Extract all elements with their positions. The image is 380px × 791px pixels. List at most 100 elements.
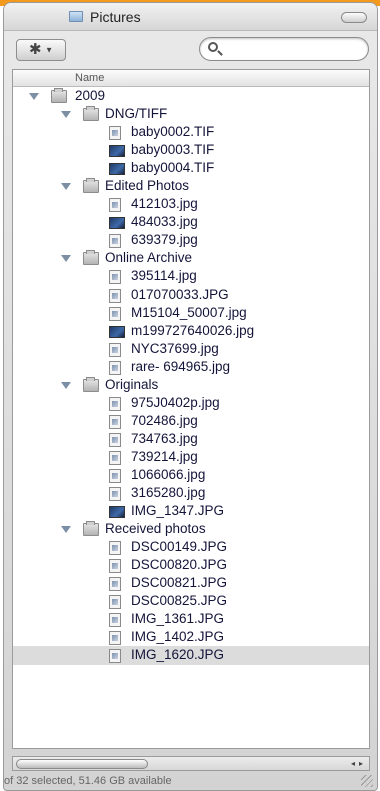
image-file-icon [109,450,121,465]
image-file-icon [109,342,121,357]
row-label: IMG_1620.JPG [131,647,225,663]
horizontal-scrollbar[interactable]: ◂▸ [12,756,370,771]
folder-row[interactable]: Received photos [13,520,369,538]
image-thumbnail-icon [109,325,125,338]
image-file-icon [109,306,121,321]
row-label: Edited Photos [105,178,190,194]
status-bar: ◂▸ of 32 selected, 51.46 GB available [4,756,377,790]
file-row[interactable]: baby0004.TIF [13,159,369,177]
row-label: M15104_50007.jpg [131,304,247,320]
row-label: IMG_1347.JPG [131,503,225,519]
folder-icon [83,376,99,392]
folder-row[interactable]: DNG/TIFF [13,105,369,123]
file-row[interactable]: baby0002.TIF [13,123,369,141]
file-row[interactable]: IMG_1402.JPG [13,628,369,646]
file-row[interactable]: DSC00825.JPG [13,592,369,610]
disclosure-triangle-icon[interactable] [61,183,71,191]
row-label: 2009 [75,88,106,103]
column-header-name[interactable]: Name [13,70,369,87]
image-file-icon [109,432,121,447]
window-title: Pictures [90,9,141,25]
file-row[interactable]: M15104_50007.jpg [13,304,369,322]
file-row[interactable]: IMG_1620.JPG [13,646,369,665]
image-file-icon [109,198,121,213]
image-file-icon [109,414,121,429]
image-file-icon [109,631,121,646]
file-row[interactable]: 702486.jpg [13,412,369,430]
scroll-arrows[interactable]: ◂▸ [331,758,367,769]
file-row[interactable]: 412103.jpg [13,195,369,213]
row-label: baby0002.TIF [131,124,215,140]
disclosure-triangle-icon[interactable] [61,255,71,263]
scrollbar-thumb[interactable] [16,759,148,769]
search-input[interactable] [199,37,369,61]
folder-icon [83,178,99,194]
row-label: DNG/TIFF [105,106,168,122]
disclosure-triangle-icon[interactable] [61,381,71,389]
row-label: DSC00820.JPG [131,557,228,573]
chevron-down-icon: ▼ [45,45,54,55]
resize-handle[interactable] [361,775,373,787]
file-row[interactable]: 639379.jpg [13,231,369,249]
disclosure-triangle-icon[interactable] [61,111,71,119]
file-row[interactable]: 734763.jpg [13,430,369,448]
row-label: rare- 694965.jpg [131,358,231,374]
file-row[interactable]: IMG_1347.JPG [13,502,369,520]
file-row[interactable]: NYC37699.jpg [13,340,369,358]
file-row[interactable]: IMG_1361.JPG [13,610,369,628]
image-file-icon [109,541,121,556]
file-row[interactable]: 1066066.jpg [13,466,369,484]
image-thumbnail-icon [109,163,125,176]
folder-row[interactable]: Originals [13,376,369,394]
file-row[interactable]: 395114.jpg [13,267,369,285]
row-label: DSC00821.JPG [131,575,228,591]
folder-row[interactable]: Online Archive [13,249,369,267]
file-row[interactable]: 739214.jpg [13,448,369,466]
folder-icon [69,11,83,22]
gear-icon: ✱ [28,41,42,58]
file-row[interactable]: m199727640026.jpg [13,322,369,340]
image-file-icon [109,270,121,285]
row-label: 734763.jpg [131,430,198,446]
row-label: DSC00825.JPG [131,593,228,609]
image-file-icon [109,595,121,610]
row-label: IMG_1361.JPG [131,611,225,627]
image-thumbnail-icon [109,506,125,519]
image-file-icon [109,360,121,375]
file-row[interactable]: 484033.jpg [13,213,369,231]
row-label: 017070033.JPG [131,286,229,302]
file-row[interactable]: 975J0402p.jpg [13,394,369,412]
row-label: NYC37699.jpg [131,340,219,356]
disclosure-triangle-icon[interactable] [29,93,39,100]
image-file-icon [109,613,121,628]
row-label: Originals [105,376,159,392]
file-row[interactable]: DSC00821.JPG [13,574,369,592]
file-row[interactable]: rare- 694965.jpg [13,358,369,376]
file-row[interactable]: DSC00149.JPG [13,538,369,556]
file-row[interactable]: baby0003.TIF [13,141,369,159]
row-label: 412103.jpg [131,196,198,212]
file-row[interactable]: 3165280.jpg [13,484,369,502]
file-row[interactable]: DSC00820.JPG [13,556,369,574]
image-thumbnail-icon [109,145,125,158]
row-label: 395114.jpg [131,268,197,284]
folder-icon [83,106,99,122]
image-thumbnail-icon [109,217,125,230]
file-list[interactable]: Name 2009 DNG/TIFF baby0002.TIF baby0003.TI… [12,69,370,749]
row-label: 702486.jpg [131,412,198,428]
row-label: 975J0402p.jpg [131,394,220,410]
row-label: baby0003.TIF [131,142,215,158]
row-label: m199727640026.jpg [131,322,255,338]
disclosure-triangle-icon[interactable] [61,526,71,534]
image-file-icon [109,649,121,664]
row-label: 1066066.jpg [131,466,206,482]
folder-icon [83,521,99,537]
row-label: 739214.jpg [131,448,198,464]
folder-icon [51,88,67,103]
file-row[interactable]: 017070033.JPG [13,286,369,304]
toolbar-toggle-button[interactable] [341,12,367,23]
folder-icon [83,250,99,266]
action-menu-button[interactable]: ✱ ▼ [16,39,66,61]
folder-row[interactable]: Edited Photos [13,177,369,195]
folder-row[interactable]: 2009 [13,87,369,105]
